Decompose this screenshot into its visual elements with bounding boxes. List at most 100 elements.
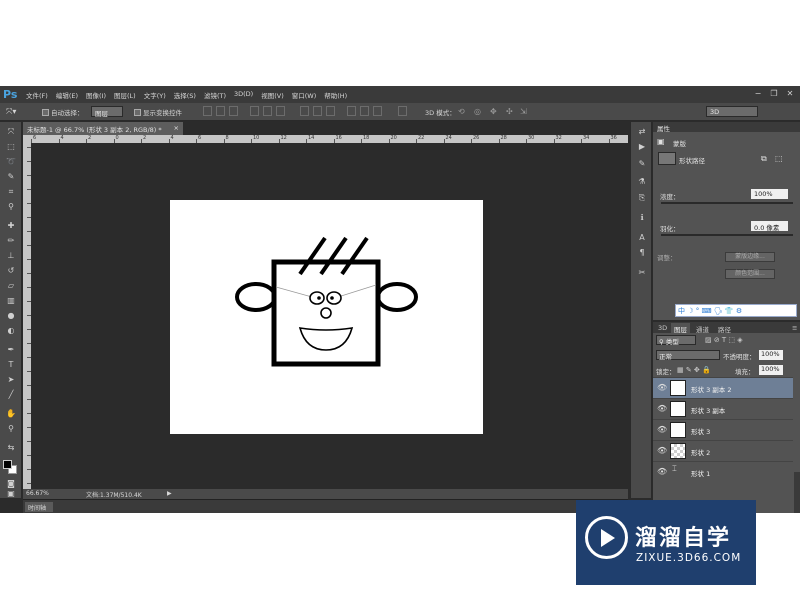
history-panel-icon[interactable]: ⇄	[636, 126, 648, 137]
healing-brush-tool-icon[interactable]: ✚	[5, 220, 17, 231]
tab-channels[interactable]: 通道	[693, 323, 712, 335]
default-colors-icon[interactable]: ⇆	[5, 442, 17, 453]
auto-select-dropdown[interactable]: 图层	[91, 106, 123, 118]
paragraph-panel-icon[interactable]: ¶	[636, 247, 648, 258]
align-left-icon[interactable]	[250, 106, 259, 116]
status-menu-arrow-icon[interactable]: ▶	[167, 490, 172, 497]
pen-tool-icon[interactable]: ✒	[5, 344, 17, 355]
menu-3d[interactable]: 3D(D)	[234, 90, 253, 100]
layers-scrollbar[interactable]	[794, 472, 800, 513]
lasso-tool-icon[interactable]: ➰	[5, 156, 17, 167]
visibility-eye-icon[interactable]: 👁	[657, 383, 667, 392]
feather-field[interactable]: 0.0 像素	[751, 221, 788, 232]
hand-tool-icon[interactable]: ✋	[5, 408, 17, 419]
layer-row[interactable]: 👁 形状 2	[653, 440, 793, 461]
distribute-top-icon[interactable]	[300, 106, 309, 116]
panel-menu-icon[interactable]: ≡	[789, 323, 800, 333]
adjust-panel-icon[interactable]: ⚗	[636, 176, 648, 187]
blur-tool-icon[interactable]: ●	[5, 310, 17, 321]
eyedropper-tool-icon[interactable]: ⚲	[5, 201, 17, 212]
history-brush-tool-icon[interactable]: ↺	[5, 265, 17, 276]
timeline-tab[interactable]: 时间轴	[25, 502, 53, 512]
align-hcenter-icon[interactable]	[263, 106, 272, 116]
auto-select-checkbox[interactable]: 自动选择：	[42, 107, 84, 117]
zoom-tool-icon[interactable]: ⚲	[5, 423, 17, 434]
visibility-eye-icon[interactable]: 👁	[657, 404, 667, 413]
distribute-hcenter-icon[interactable]	[360, 106, 369, 116]
menu-layer[interactable]: 图层(L)	[114, 90, 136, 100]
distribute-right-icon[interactable]	[373, 106, 382, 116]
filter-kind-icons[interactable]: ▨ ⊘ T ⬚ ◈	[705, 336, 743, 344]
blend-mode-dropdown[interactable]: 正常	[656, 350, 720, 361]
3d-roll-icon[interactable]: ◎	[474, 107, 481, 116]
distribute-bottom-icon[interactable]	[326, 106, 335, 116]
path-select-tool-icon[interactable]: ➤	[5, 374, 17, 385]
3d-slide-icon[interactable]: ✣	[506, 107, 513, 116]
brush-panel-icon[interactable]: ✎	[636, 158, 648, 169]
tab-3d[interactable]: 3D	[655, 323, 670, 333]
move-tool-preset-icon[interactable]: ⤧▾	[6, 107, 16, 117]
character-panel-icon[interactable]: A	[636, 232, 648, 243]
add-vector-mask-icon[interactable]: ⬚	[775, 154, 783, 163]
type-tool-icon[interactable]: T	[5, 359, 17, 370]
color-range-button[interactable]: 颜色范围...	[725, 269, 775, 279]
actions-panel-icon[interactable]: ▶	[636, 141, 648, 152]
document-close-icon[interactable]: ×	[174, 124, 179, 132]
menu-edit[interactable]: 编辑(E)	[56, 90, 78, 100]
menu-help[interactable]: 帮助(H)	[324, 90, 347, 100]
close-button[interactable]: ✕	[784, 88, 796, 99]
document-tab[interactable]: 未标题-1 @ 66.7% (形状 3 副本 2, RGB/8) * ×	[23, 122, 183, 135]
move-tool-icon[interactable]: ⤧	[5, 126, 17, 137]
3d-scale-icon[interactable]: ⇲	[520, 107, 527, 116]
layer-row[interactable]: 👁 形状 3 副本 2	[653, 377, 793, 398]
layer-row[interactable]: 👁 形状 3 副本	[653, 398, 793, 419]
workspace-dropdown[interactable]: 3D	[706, 106, 758, 117]
clone-source-icon[interactable]: ⎘	[636, 192, 648, 203]
layer-row[interactable]: 👁 ⌶ 形状 1	[653, 461, 793, 482]
foreground-color-swatch[interactable]	[3, 460, 12, 469]
zoom-level[interactable]: 66.67%	[26, 490, 49, 497]
menu-window[interactable]: 窗口(W)	[292, 90, 317, 100]
document-canvas[interactable]	[170, 200, 483, 434]
lock-options-icons[interactable]: ▦ ✎ ✥ 🔒	[677, 366, 711, 374]
opacity-field[interactable]: 100%	[759, 350, 783, 360]
menu-select[interactable]: 选择(S)	[174, 90, 196, 100]
eraser-tool-icon[interactable]: ▱	[5, 280, 17, 291]
mask-edge-button[interactable]: 蒙版边缘...	[725, 252, 775, 262]
density-slider[interactable]	[661, 202, 793, 204]
visibility-eye-icon[interactable]: 👁	[657, 446, 667, 455]
layer-filter-dropdown[interactable]: ⚲ 类型	[656, 335, 696, 346]
distribute-vcenter-icon[interactable]	[313, 106, 322, 116]
visibility-eye-icon[interactable]: 👁	[657, 467, 667, 476]
align-vcenter-icon[interactable]	[216, 106, 225, 116]
dodge-tool-icon[interactable]: ◐	[5, 325, 17, 336]
3d-rotate-icon[interactable]: ⟲	[458, 107, 465, 116]
screen-mode-icon[interactable]: ▣	[5, 488, 17, 499]
tool-presets-icon[interactable]: ✂	[636, 267, 648, 278]
auto-align-icon[interactable]	[398, 106, 407, 116]
density-field[interactable]: 100%	[751, 189, 788, 199]
add-pixel-mask-icon[interactable]: ⧉	[761, 154, 767, 164]
distribute-left-icon[interactable]	[347, 106, 356, 116]
ime-toolbar[interactable]: 中 ☽ ° ⌨ 🗣 👕 ⚙	[675, 304, 797, 317]
menu-file[interactable]: 文件(F)	[26, 90, 48, 100]
layer-row[interactable]: 👁 形状 3	[653, 419, 793, 440]
brush-tool-icon[interactable]: ✏	[5, 235, 17, 246]
visibility-eye-icon[interactable]: 👁	[657, 425, 667, 434]
align-right-icon[interactable]	[276, 106, 285, 116]
line-tool-icon[interactable]: ╱	[5, 389, 17, 400]
crop-tool-icon[interactable]: ⌗	[5, 186, 17, 197]
gradient-tool-icon[interactable]: ▥	[5, 295, 17, 306]
tab-paths[interactable]: 路径	[715, 323, 734, 335]
fill-field[interactable]: 100%	[759, 365, 783, 375]
show-transform-checkbox[interactable]: 显示变换控件	[134, 107, 182, 117]
align-bottom-icon[interactable]	[229, 106, 238, 116]
minimize-button[interactable]: −	[752, 88, 764, 99]
align-top-icon[interactable]	[203, 106, 212, 116]
menu-image[interactable]: 图像(I)	[86, 90, 106, 100]
info-panel-icon[interactable]: ℹ	[636, 212, 648, 223]
3d-pan-icon[interactable]: ✥	[490, 107, 497, 116]
tab-layers[interactable]: 图层	[671, 323, 690, 335]
clone-stamp-tool-icon[interactable]: ⊥	[5, 250, 17, 261]
restore-button[interactable]: ❐	[768, 88, 780, 99]
